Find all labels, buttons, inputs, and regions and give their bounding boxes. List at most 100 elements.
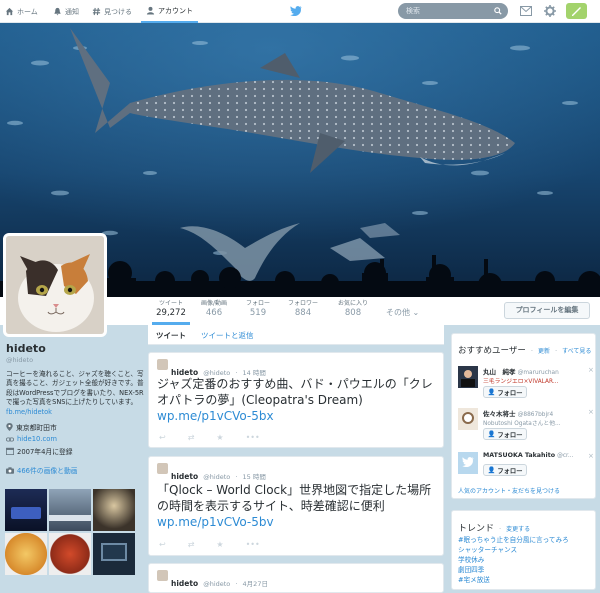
tweet-avatar[interactable] bbox=[157, 359, 168, 370]
avatar[interactable] bbox=[3, 233, 107, 337]
nav-discover[interactable]: 見つける bbox=[92, 0, 132, 23]
suggested-user-avatar[interactable] bbox=[458, 366, 478, 388]
profile-website[interactable]: hide10.com bbox=[6, 435, 146, 443]
quill-icon bbox=[572, 7, 581, 16]
tweet-author-handle: @hideto bbox=[203, 580, 231, 588]
stat-favorites-label: お気に入り bbox=[337, 300, 368, 307]
view-all-link[interactable]: すべて見る bbox=[562, 348, 591, 355]
messages-icon[interactable] bbox=[520, 6, 532, 16]
dismiss-icon[interactable]: × bbox=[588, 452, 594, 460]
suggested-user-name[interactable]: 丸山 純孝 bbox=[483, 368, 516, 376]
media-thumbnail[interactable] bbox=[93, 489, 135, 531]
stat-following[interactable]: フォロー 519 bbox=[240, 298, 276, 318]
tweet-avatar[interactable] bbox=[157, 570, 168, 581]
reply-icon[interactable]: ↩ bbox=[159, 433, 166, 442]
nav-notifications-label: 通知 bbox=[65, 7, 79, 16]
chevron-down-icon: ⌄ bbox=[412, 308, 420, 317]
bell-icon bbox=[54, 7, 61, 16]
stat-tweets-value: 29,272 bbox=[156, 308, 186, 318]
dismiss-icon[interactable]: × bbox=[588, 408, 594, 416]
follow-button-label: フォロー bbox=[497, 389, 523, 397]
suggested-user-name[interactable]: 佐々木将士 bbox=[483, 410, 516, 418]
follow-button[interactable]: 👤 フォロー bbox=[483, 428, 527, 440]
dismiss-icon[interactable]: × bbox=[588, 366, 594, 374]
media-thumbnail[interactable] bbox=[93, 533, 135, 575]
gear-icon[interactable] bbox=[544, 5, 556, 17]
trend-item[interactable]: #宅メ放送 bbox=[458, 574, 490, 584]
nav-notifications[interactable]: 通知 bbox=[53, 0, 79, 23]
tweet-card[interactable]: hideto @hideto · 4月27日 bbox=[148, 563, 444, 593]
suggested-user-name[interactable]: MATSUOKA Takahito bbox=[483, 452, 555, 459]
stat-tweets[interactable]: ツイート 29,272 bbox=[152, 298, 190, 325]
link-icon bbox=[6, 437, 14, 442]
trend-item[interactable]: 劇団四季 bbox=[458, 564, 484, 574]
media-thumbnail[interactable] bbox=[5, 533, 47, 575]
trend-item[interactable]: 学校休み bbox=[458, 554, 484, 564]
tab-tweets-and-replies[interactable]: ツイートと返信 bbox=[201, 330, 254, 341]
nav-account-label: アカウント bbox=[158, 6, 193, 15]
twitter-bird-icon[interactable] bbox=[290, 6, 302, 16]
find-friends-link[interactable]: 人気のアカウント・友だちを見つける bbox=[458, 486, 560, 495]
media-thumbnail[interactable] bbox=[5, 489, 47, 531]
profile-bio-link[interactable]: fb.me/hidetok bbox=[6, 408, 146, 416]
search-icon[interactable] bbox=[494, 7, 502, 15]
tab-tweets[interactable]: ツイート bbox=[156, 330, 186, 341]
media-count-link[interactable]: 466件の画像と動画 bbox=[6, 465, 146, 475]
stat-followers[interactable]: フォロワー 884 bbox=[284, 298, 322, 318]
trends-panel: トレンド · 変更する #眠っちゃう止を自分風に言ってみろ シャッターチャンス … bbox=[451, 510, 596, 590]
stat-media-label: 画像/動画 bbox=[200, 300, 228, 307]
more-stats-dropdown[interactable]: その他 ⌄ bbox=[386, 307, 419, 318]
reply-icon[interactable]: ↩ bbox=[159, 540, 166, 549]
retweet-icon[interactable]: ⇄ bbox=[188, 540, 195, 549]
suggested-user-context: 三毛ランジエロ×VIVALAR... bbox=[483, 379, 559, 385]
suggested-user-handle: @cr... bbox=[557, 453, 574, 459]
add-user-icon: 👤 bbox=[487, 431, 496, 438]
stat-favorites-value: 808 bbox=[344, 308, 362, 318]
trend-item[interactable]: シャッターチャンス bbox=[458, 544, 517, 554]
tweet-timestamp[interactable]: 4月27日 bbox=[243, 580, 268, 588]
tweet-link[interactable]: wp.me/p1vCVo-5bv bbox=[157, 515, 274, 529]
edit-profile-button[interactable]: プロフィールを編集 bbox=[504, 302, 590, 319]
suggested-user-avatar[interactable] bbox=[458, 452, 478, 474]
media-thumbnail[interactable] bbox=[49, 533, 91, 575]
profile-location: 東京都町田市 bbox=[6, 422, 146, 432]
tweet-card[interactable]: hideto @hideto · 14 時間 ジャズ定番のおすすめ曲、バド・パウ… bbox=[148, 352, 444, 448]
retweet-icon[interactable]: ⇄ bbox=[188, 433, 195, 442]
nav-home[interactable]: ホーム bbox=[5, 0, 38, 23]
profile-location-text: 東京都町田市 bbox=[16, 424, 57, 433]
edit-profile-label: プロフィールを編集 bbox=[515, 306, 579, 314]
tweet-avatar[interactable] bbox=[157, 463, 168, 474]
compose-tweet-button[interactable] bbox=[566, 3, 587, 19]
suggested-user-avatar[interactable] bbox=[458, 408, 478, 430]
nav-account[interactable]: アカウント bbox=[141, 0, 198, 23]
trend-item[interactable]: #眠っちゃう止を自分風に言ってみろ bbox=[458, 534, 569, 544]
follow-button[interactable]: 👤 フォロー bbox=[483, 386, 527, 398]
profile-website-text: hide10.com bbox=[17, 435, 58, 444]
tweet-card[interactable]: hideto @hideto · 15 時間 「Qlock – World Cl… bbox=[148, 456, 444, 556]
profile-joined: 2007年4月に登録 bbox=[6, 446, 146, 456]
stat-tweets-label: ツイート bbox=[158, 300, 183, 307]
search-placeholder: 検索 bbox=[406, 7, 420, 15]
tweet-author-name[interactable]: hideto bbox=[171, 472, 198, 481]
refresh-link[interactable]: 更新 bbox=[538, 348, 550, 355]
stat-favorites[interactable]: お気に入り 808 bbox=[334, 298, 372, 318]
media-count-text: 466件の画像と動画 bbox=[17, 467, 78, 476]
favorite-icon[interactable]: ★ bbox=[216, 540, 223, 549]
change-trends-link[interactable]: 変更する bbox=[506, 526, 530, 533]
stat-following-value: 519 bbox=[249, 308, 267, 318]
stat-following-label: フォロー bbox=[245, 300, 270, 307]
calendar-icon bbox=[6, 447, 14, 456]
follow-button[interactable]: 👤 フォロー bbox=[483, 464, 527, 476]
who-to-follow-title: おすすめユーザー bbox=[458, 346, 526, 356]
search-input[interactable]: 検索 bbox=[398, 3, 508, 19]
tweet-link[interactable]: wp.me/p1vCVo-5bx bbox=[157, 409, 274, 423]
tweet-author-name[interactable]: hideto bbox=[171, 579, 198, 588]
more-icon[interactable]: ••• bbox=[246, 433, 260, 442]
media-thumbnail[interactable] bbox=[49, 489, 91, 531]
stat-media[interactable]: 画像/動画 466 bbox=[196, 298, 232, 318]
tweet-actions: ↩ ⇄ ★ ••• bbox=[159, 540, 260, 549]
favorite-icon[interactable]: ★ bbox=[216, 433, 223, 442]
tweet-timestamp[interactable]: 15 時間 bbox=[243, 473, 266, 481]
add-user-icon: 👤 bbox=[487, 389, 496, 396]
more-icon[interactable]: ••• bbox=[246, 540, 260, 549]
